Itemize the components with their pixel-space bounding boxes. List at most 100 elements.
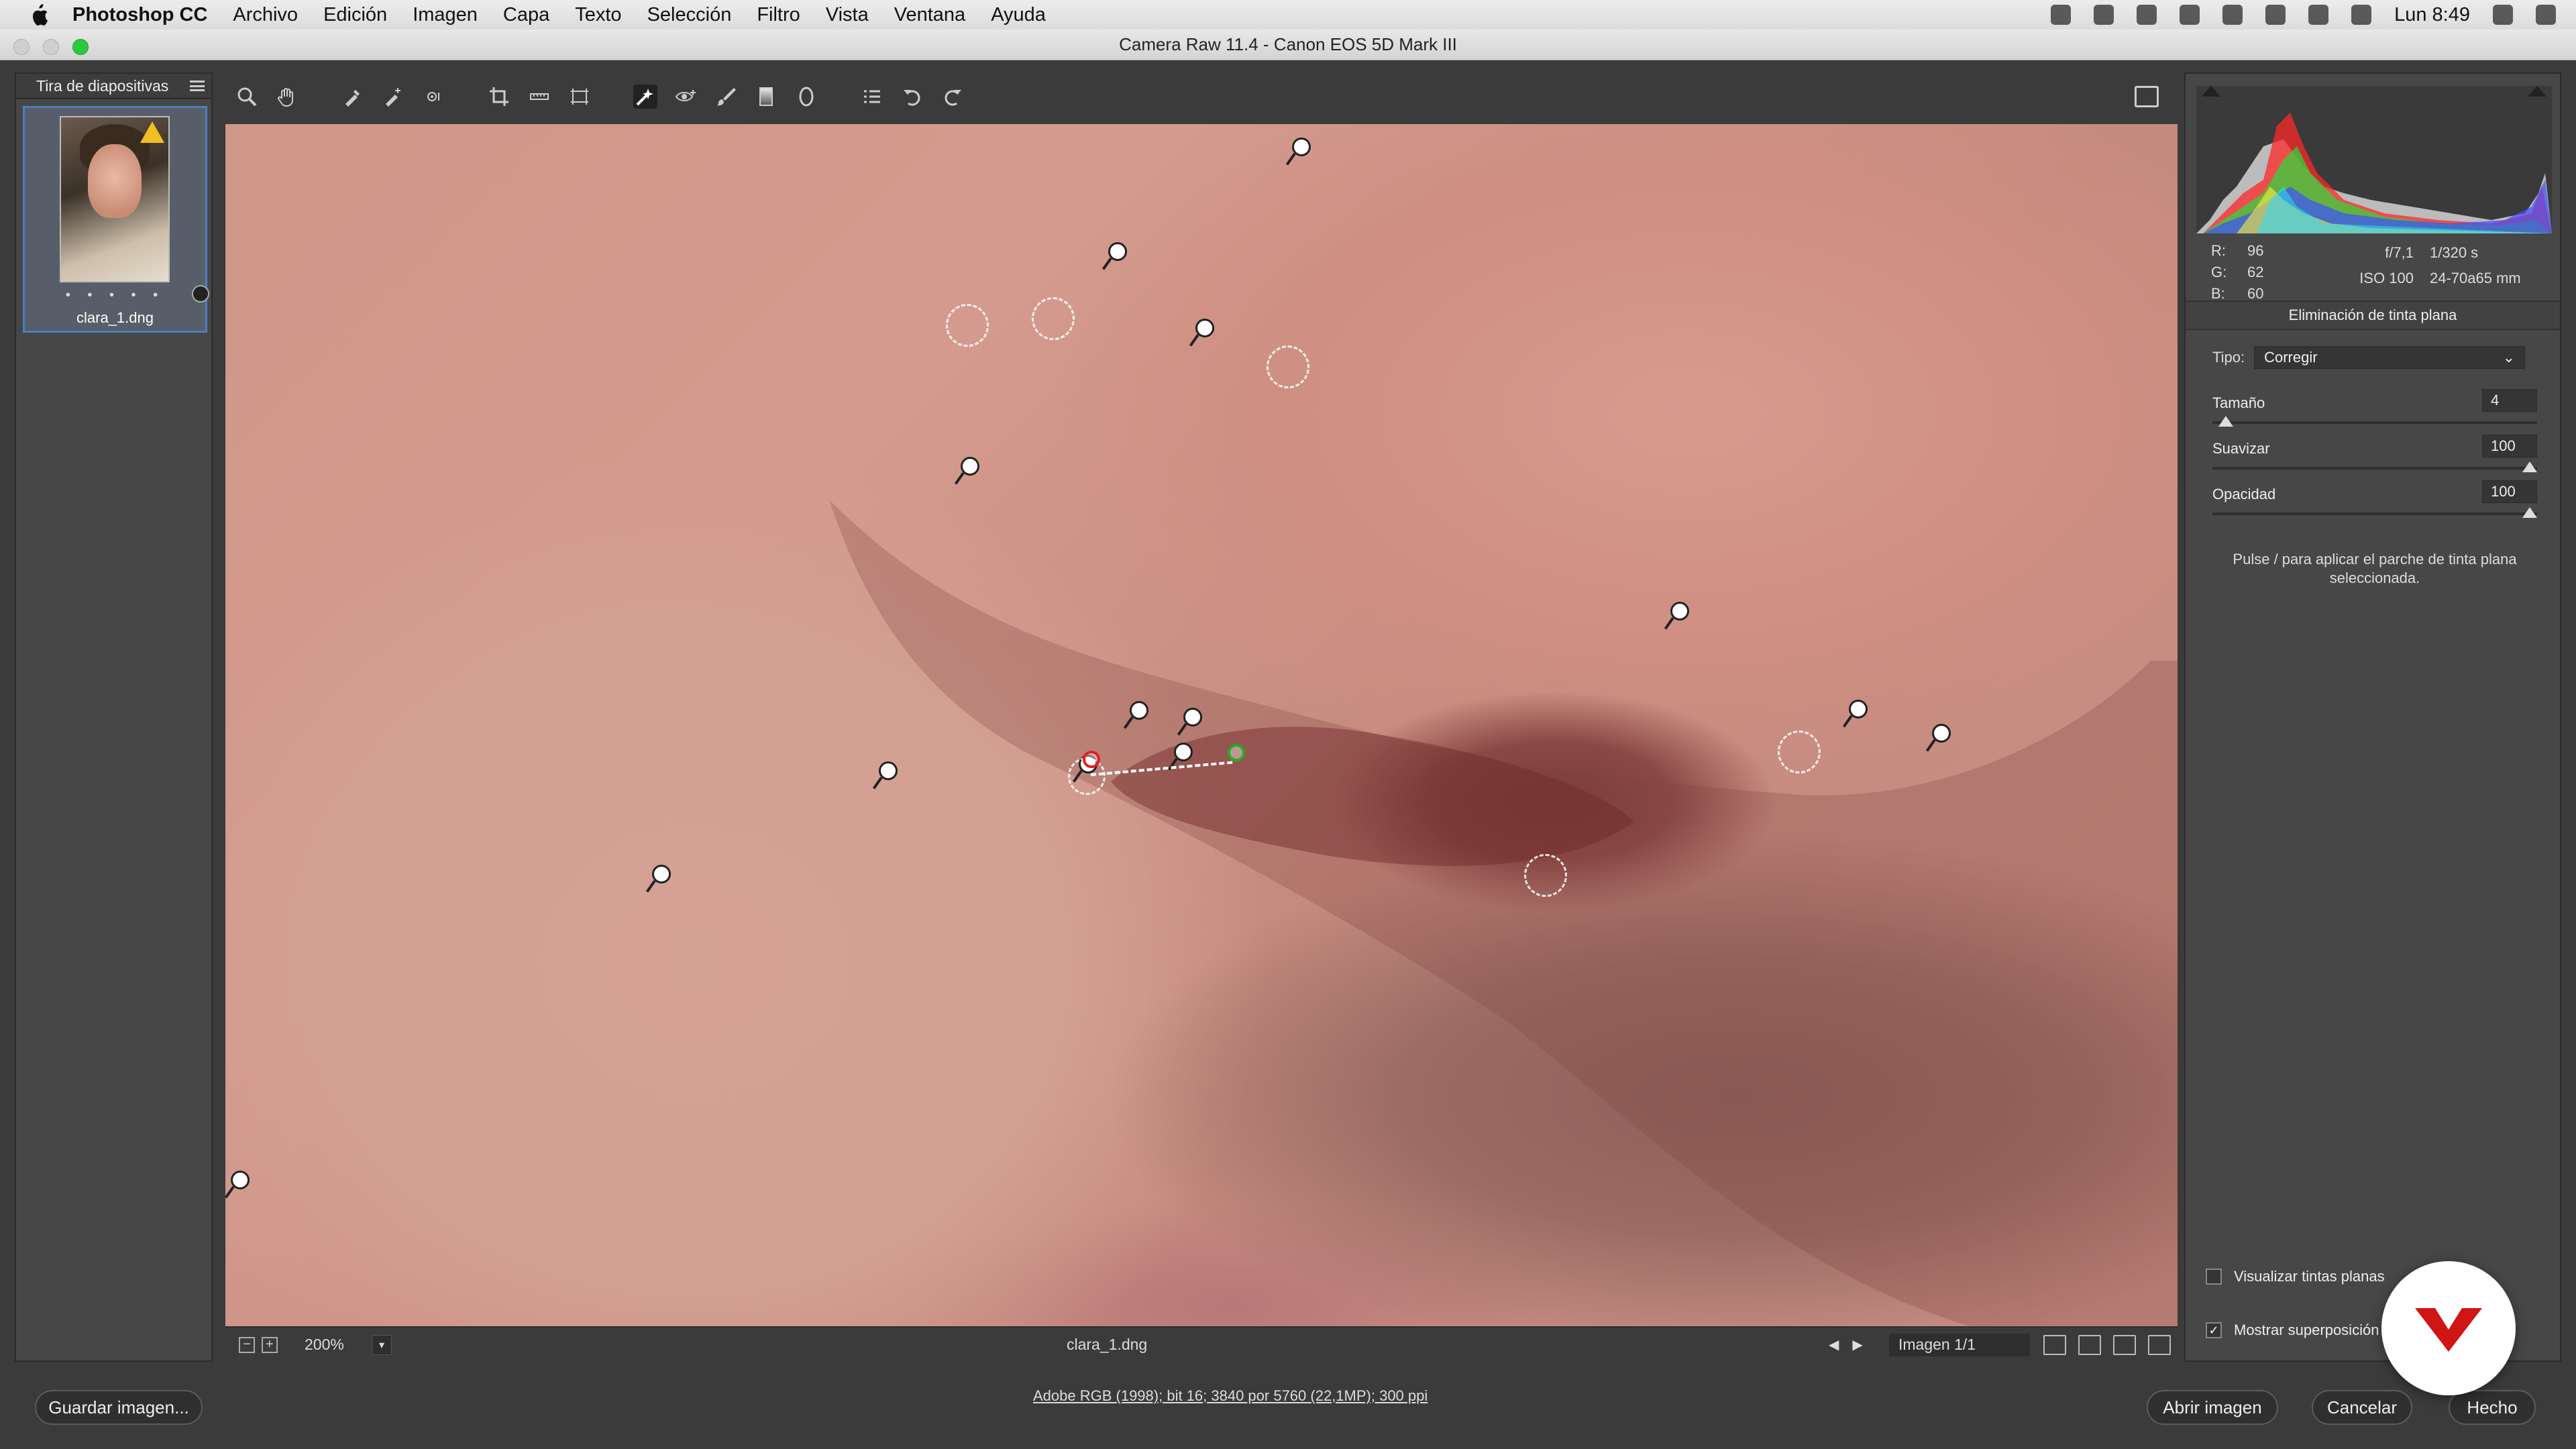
window-controls xyxy=(13,39,89,55)
menu-capa[interactable]: Capa xyxy=(503,4,549,26)
save-image-button[interactable]: Guardar imagen... xyxy=(35,1390,203,1425)
filmstrip-thumbnail[interactable]: • • • • • clara_1.dng xyxy=(23,106,209,333)
spot-pin[interactable] xyxy=(1167,743,1195,775)
image-navigation: ◀ ▶ xyxy=(1829,1336,1863,1353)
time-machine-icon[interactable] xyxy=(2222,5,2243,25)
spot-pin[interactable] xyxy=(872,761,900,794)
menu-vista[interactable]: Vista xyxy=(826,4,869,26)
notification-center-icon[interactable] xyxy=(2536,5,2556,25)
fullscreen-toggle-icon[interactable] xyxy=(2135,86,2159,107)
spot-source-circle[interactable] xyxy=(1778,731,1821,773)
radial-filter-icon[interactable] xyxy=(794,85,818,109)
before-after-view-icon[interactable] xyxy=(2043,1334,2066,1355)
zoom-in-button[interactable]: + xyxy=(262,1336,278,1353)
color-sampler-tool-icon[interactable] xyxy=(381,85,405,109)
preferences-icon[interactable] xyxy=(860,85,884,109)
spot-pin[interactable] xyxy=(225,1171,252,1203)
graduated-filter-icon[interactable] xyxy=(754,85,778,109)
spot-pin[interactable] xyxy=(1102,242,1130,274)
spot-pin[interactable] xyxy=(954,457,982,489)
feather-input[interactable]: 100 xyxy=(2482,435,2537,458)
clock[interactable]: Lun 8:49 xyxy=(2394,4,2470,26)
zoom-dropdown[interactable]: ▾ xyxy=(372,1334,392,1355)
volume-icon[interactable] xyxy=(2351,5,2372,25)
feather-slider-track[interactable] xyxy=(2212,467,2537,470)
bluetooth-icon[interactable] xyxy=(2265,5,2286,25)
spot-pin[interactable] xyxy=(1664,602,1692,634)
menu-archivo[interactable]: Archivo xyxy=(233,4,298,26)
spot-source-selected[interactable] xyxy=(1228,744,1245,761)
spotlight-icon[interactable] xyxy=(2493,5,2513,25)
rotate-right-icon[interactable] xyxy=(941,85,965,109)
spot-pin[interactable] xyxy=(1285,138,1313,170)
spot-pin[interactable] xyxy=(1189,319,1217,351)
opacity-slider-knob[interactable] xyxy=(2522,507,2537,518)
size-slider-knob[interactable] xyxy=(2218,416,2234,427)
highlight-clipping-icon[interactable] xyxy=(2528,86,2546,97)
workflow-options-link[interactable]: Adobe RGB (1998); bit 16; 3840 por 5760 … xyxy=(1033,1387,1428,1405)
visualize-spots-checkbox[interactable] xyxy=(2206,1269,2222,1285)
type-select[interactable]: Corregir ⌄ xyxy=(2254,346,2526,369)
spot-pin[interactable] xyxy=(1842,700,1870,732)
image-preview-canvas[interactable] xyxy=(225,124,2178,1326)
airplay-icon[interactable] xyxy=(2180,5,2200,25)
spot-pin[interactable] xyxy=(645,865,674,897)
spot-source-circle[interactable] xyxy=(946,304,989,347)
menu-ayuda[interactable]: Ayuda xyxy=(991,4,1046,26)
copy-settings-icon[interactable] xyxy=(2113,1334,2136,1355)
menu-texto[interactable]: Texto xyxy=(575,4,621,26)
size-input[interactable]: 4 xyxy=(2482,389,2537,412)
wifi-icon[interactable] xyxy=(2308,5,2329,25)
apple-icon[interactable] xyxy=(27,3,51,27)
spot-removal-tool-icon[interactable] xyxy=(633,85,657,109)
cancel-button[interactable]: Cancelar xyxy=(2312,1390,2412,1425)
toggle-settings-icon[interactable] xyxy=(2148,1334,2171,1355)
view-options xyxy=(2043,1334,2171,1355)
display-icon[interactable] xyxy=(2137,5,2157,25)
spot-target-selected[interactable] xyxy=(1083,751,1100,768)
red-eye-tool-icon[interactable] xyxy=(674,85,698,109)
opacity-input[interactable]: 100 xyxy=(2482,480,2537,503)
opacity-slider-track[interactable] xyxy=(2212,513,2537,515)
rating-dots[interactable]: • • • • • xyxy=(25,288,205,303)
zoom-window-button[interactable] xyxy=(72,39,89,55)
filmstrip-menu-icon[interactable] xyxy=(190,80,205,91)
spot-source-circle[interactable] xyxy=(1267,345,1309,388)
size-slider-track[interactable] xyxy=(2212,421,2537,424)
straighten-tool-icon[interactable] xyxy=(527,85,551,109)
menu-edicion[interactable]: Edición xyxy=(323,4,387,26)
menu-seleccion[interactable]: Selección xyxy=(647,4,732,26)
menu-filtro[interactable]: Filtro xyxy=(757,4,800,26)
minimize-window-button[interactable] xyxy=(43,39,59,55)
menu-app-name[interactable]: Photoshop CC xyxy=(72,4,207,26)
done-button[interactable]: Hecho xyxy=(2449,1390,2536,1425)
prev-image-icon[interactable]: ◀ xyxy=(1829,1336,1839,1353)
spot-pin[interactable] xyxy=(1123,701,1151,733)
transform-tool-icon[interactable] xyxy=(568,85,592,109)
zoom-tool-icon[interactable] xyxy=(235,85,259,109)
feather-slider-knob[interactable] xyxy=(2522,462,2537,472)
shadow-clipping-icon[interactable] xyxy=(2202,86,2220,97)
record-icon[interactable] xyxy=(2051,5,2072,25)
next-image-icon[interactable]: ▶ xyxy=(1852,1336,1862,1353)
hand-tool-icon[interactable] xyxy=(275,85,299,109)
tool-bar xyxy=(225,72,2178,121)
adjustment-brush-icon[interactable] xyxy=(714,85,738,109)
targeted-adjustment-tool-icon[interactable] xyxy=(421,85,445,109)
spot-pin[interactable] xyxy=(1925,724,1953,756)
spot-source-circle[interactable] xyxy=(1524,854,1567,897)
spot-pin[interactable] xyxy=(1177,708,1205,740)
crop-tool-icon[interactable] xyxy=(487,85,511,109)
show-overlay-checkbox[interactable]: ✓ xyxy=(2206,1322,2222,1338)
open-image-button[interactable]: Abrir imagen xyxy=(2147,1390,2278,1425)
close-window-button[interactable] xyxy=(13,39,30,55)
zoom-out-button[interactable]: − xyxy=(239,1336,255,1353)
swap-settings-icon[interactable] xyxy=(2078,1334,2101,1355)
spot-source-circle[interactable] xyxy=(1032,297,1075,340)
menu-ventana[interactable]: Ventana xyxy=(894,4,965,26)
white-balance-tool-icon[interactable] xyxy=(341,85,365,109)
rotate-left-icon[interactable] xyxy=(900,85,924,109)
brand-logo-icon xyxy=(2415,1308,2482,1352)
menu-imagen[interactable]: Imagen xyxy=(413,4,478,26)
creative-cloud-icon[interactable] xyxy=(2094,5,2114,25)
